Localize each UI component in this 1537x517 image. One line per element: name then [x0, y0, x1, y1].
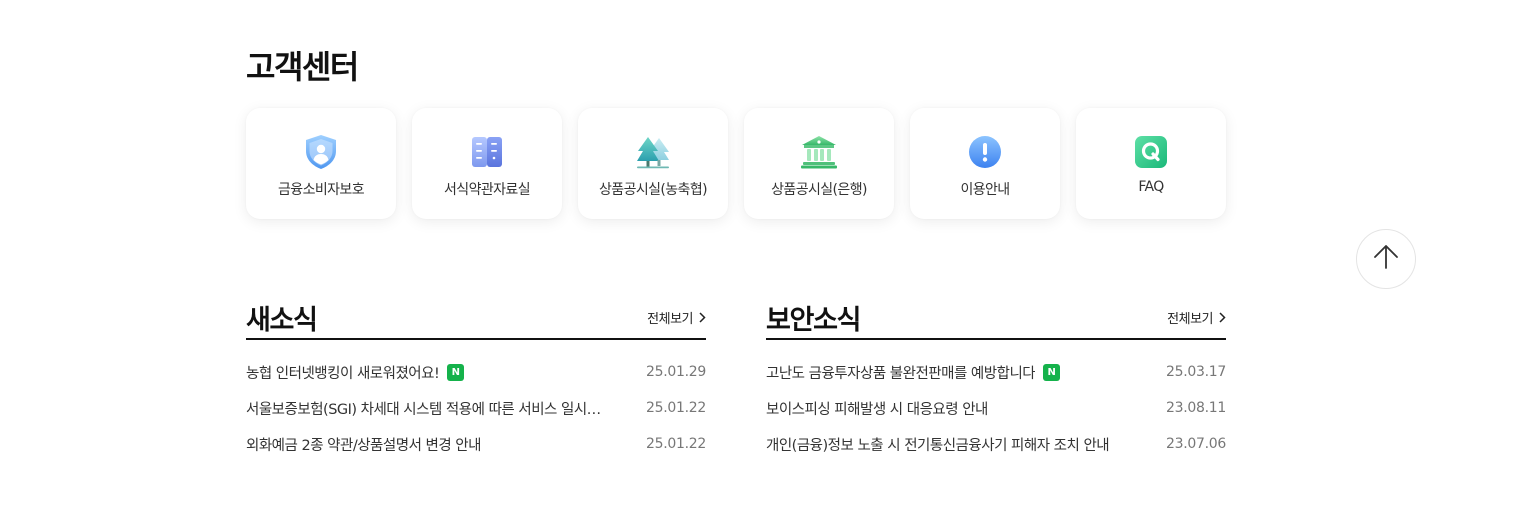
security-title: 보안소식 [766, 304, 861, 336]
list-item: 외화예금 2종 약관/상품설명서 변경 안내 25.01.22 [246, 426, 706, 462]
bank-building-icon [801, 134, 837, 170]
news-view-all-link[interactable]: 전체보기 [647, 308, 706, 327]
chevron-right-icon [1219, 311, 1226, 323]
list-item: 보이스피싱 피해발생 시 대응요령 안내 23.08.11 [766, 390, 1226, 426]
card-product-disclosure-bank[interactable]: 상품공시실(은행) [744, 108, 894, 219]
security-item-date: 23.08.11 [1166, 400, 1226, 416]
file-cabinet-icon [469, 134, 505, 170]
news-item-link[interactable]: 농협 인터넷뱅킹이 새로워졌어요! [246, 362, 439, 383]
exclamation-icon [967, 134, 1003, 170]
customer-center-title: 고객센터 [246, 48, 359, 86]
news-header: 새소식 전체보기 [246, 296, 706, 340]
card-usage-guide[interactable]: 이용안내 [910, 108, 1060, 219]
list-item: 서울보증보험(SGI) 차세대 시스템 적용에 따른 서비스 일시 중단 안내 … [246, 390, 706, 426]
news-item-date: 25.01.22 [646, 400, 706, 416]
scroll-top-button[interactable] [1356, 229, 1416, 289]
view-all-label: 전체보기 [1167, 311, 1213, 327]
security-view-all-link[interactable]: 전체보기 [1167, 308, 1226, 327]
card-label: 상품공시실(은행) [771, 182, 867, 198]
card-faq[interactable]: FAQ [1076, 108, 1226, 219]
arrow-up-icon [1372, 243, 1400, 275]
card-label: 서식약관자료실 [444, 182, 531, 198]
security-item-link[interactable]: 고난도 금융투자상품 불완전판매를 예방합니다 [766, 362, 1035, 383]
security-news-section: 보안소식 전체보기 고난도 금융투자상품 불완전판매를 예방합니다 N 25.0… [766, 296, 1226, 462]
new-badge: N [447, 363, 465, 381]
news-item-link[interactable]: 서울보증보험(SGI) 차세대 시스템 적용에 따른 서비스 일시 중단 안내 [246, 398, 602, 419]
trees-icon [635, 134, 671, 170]
security-item-link[interactable]: 보이스피싱 피해발생 시 대응요령 안내 [766, 398, 988, 419]
security-list: 고난도 금융투자상품 불완전판매를 예방합니다 N 25.03.17 보이스피싱… [766, 354, 1226, 462]
card-label: 상품공시실(농축협) [599, 182, 708, 198]
list-item: 개인(금융)정보 노출 시 전기통신금융사기 피해자 조치 안내 23.07.0… [766, 426, 1226, 462]
news-item-date: 25.01.29 [646, 364, 706, 380]
service-cards: 금융소비자보호 서식약관자료실 상품공시실(농축협) 상품공시실(은행) 이용안… [246, 108, 1226, 219]
new-badge: N [1043, 363, 1061, 381]
news-item-link[interactable]: 외화예금 2종 약관/상품설명서 변경 안내 [246, 434, 481, 455]
card-consumer-protection[interactable]: 금융소비자보호 [246, 108, 396, 219]
news-item-date: 25.01.22 [646, 436, 706, 452]
shield-user-icon [303, 134, 339, 170]
security-header: 보안소식 전체보기 [766, 296, 1226, 340]
news-title: 새소식 [246, 304, 318, 336]
security-item-link[interactable]: 개인(금융)정보 노출 시 전기통신금융사기 피해자 조치 안내 [766, 434, 1109, 455]
list-item: 고난도 금융투자상품 불완전판매를 예방합니다 N 25.03.17 [766, 354, 1226, 390]
faq-q-icon [1133, 134, 1169, 170]
news-list: 농협 인터넷뱅킹이 새로워졌어요! N 25.01.29 서울보증보험(SGI)… [246, 354, 706, 462]
card-forms-library[interactable]: 서식약관자료실 [412, 108, 562, 219]
chevron-right-icon [699, 311, 706, 323]
card-label: 이용안내 [960, 182, 1010, 198]
card-label: 금융소비자보호 [278, 182, 365, 198]
customer-center-page: 고객센터 금융소비자보호 서식약관자료실 상품공시실(농축협) 상품공시실(은행… [0, 0, 1537, 517]
card-product-disclosure-coop[interactable]: 상품공시실(농축협) [578, 108, 728, 219]
security-item-date: 25.03.17 [1166, 364, 1226, 380]
news-section: 새소식 전체보기 농협 인터넷뱅킹이 새로워졌어요! N 25.01.29 서울… [246, 296, 706, 462]
security-item-date: 23.07.06 [1166, 436, 1226, 452]
list-item: 농협 인터넷뱅킹이 새로워졌어요! N 25.01.29 [246, 354, 706, 390]
card-label: FAQ [1138, 179, 1164, 195]
view-all-label: 전체보기 [647, 311, 693, 327]
